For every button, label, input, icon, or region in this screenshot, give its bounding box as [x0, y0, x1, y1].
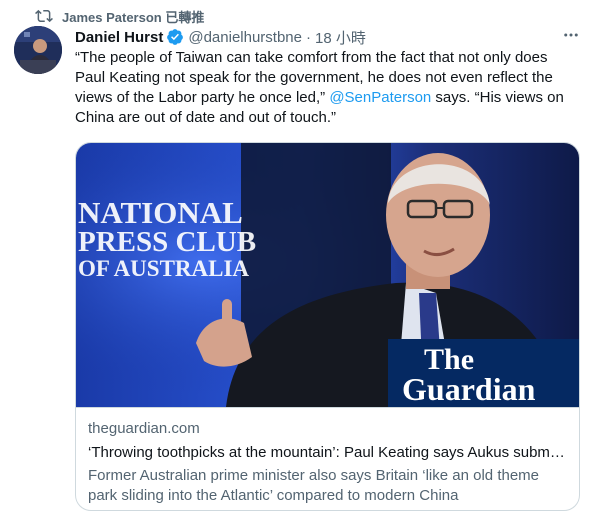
card-domain: theguardian.com: [88, 420, 200, 437]
retweeted-by-label: James Paterson 已轉推: [62, 9, 205, 25]
guardian-logo-line2: Guardian: [402, 371, 536, 407]
tweet-header: Daniel Hurst @danielhurstbne · 18 小時: [75, 27, 366, 47]
backdrop-text-line1: NATIONAL: [78, 195, 243, 230]
more-options-icon: [562, 26, 580, 49]
separator-dot: ·: [306, 28, 311, 46]
backdrop-text-line2: PRESS CLUB: [78, 226, 256, 258]
avatar[interactable]: [14, 26, 62, 74]
card-title: ‘Throwing toothpicks at the mountain’: P…: [88, 444, 565, 461]
card-meta[interactable]: theguardian.com ‘Throwing toothpicks at …: [88, 419, 570, 506]
backdrop-text-line3: OF AUSTRALIA: [78, 256, 249, 281]
author-handle[interactable]: @danielhurstbne: [188, 29, 302, 46]
card-image[interactable]: NATIONAL PRESS CLUB OF AUSTRALIA The Gua…: [76, 143, 579, 407]
link-preview-card[interactable]: NATIONAL PRESS CLUB OF AUSTRALIA The Gua…: [75, 142, 580, 511]
retweet-icon: [34, 6, 54, 26]
more-options-button[interactable]: [560, 26, 582, 48]
tweet-text: “The people of Taiwan can take comfort f…: [75, 48, 581, 128]
mention-link[interactable]: @SenPaterson: [329, 89, 431, 106]
card-divider: [76, 407, 579, 408]
tweet-timestamp[interactable]: 18 小時: [315, 27, 366, 48]
retweet-indicator[interactable]: James Paterson 已轉推: [34, 6, 204, 26]
card-description: Former Australian prime minister also sa…: [88, 467, 540, 504]
verified-badge-icon: [166, 28, 184, 46]
author-name[interactable]: Daniel Hurst: [75, 29, 163, 46]
